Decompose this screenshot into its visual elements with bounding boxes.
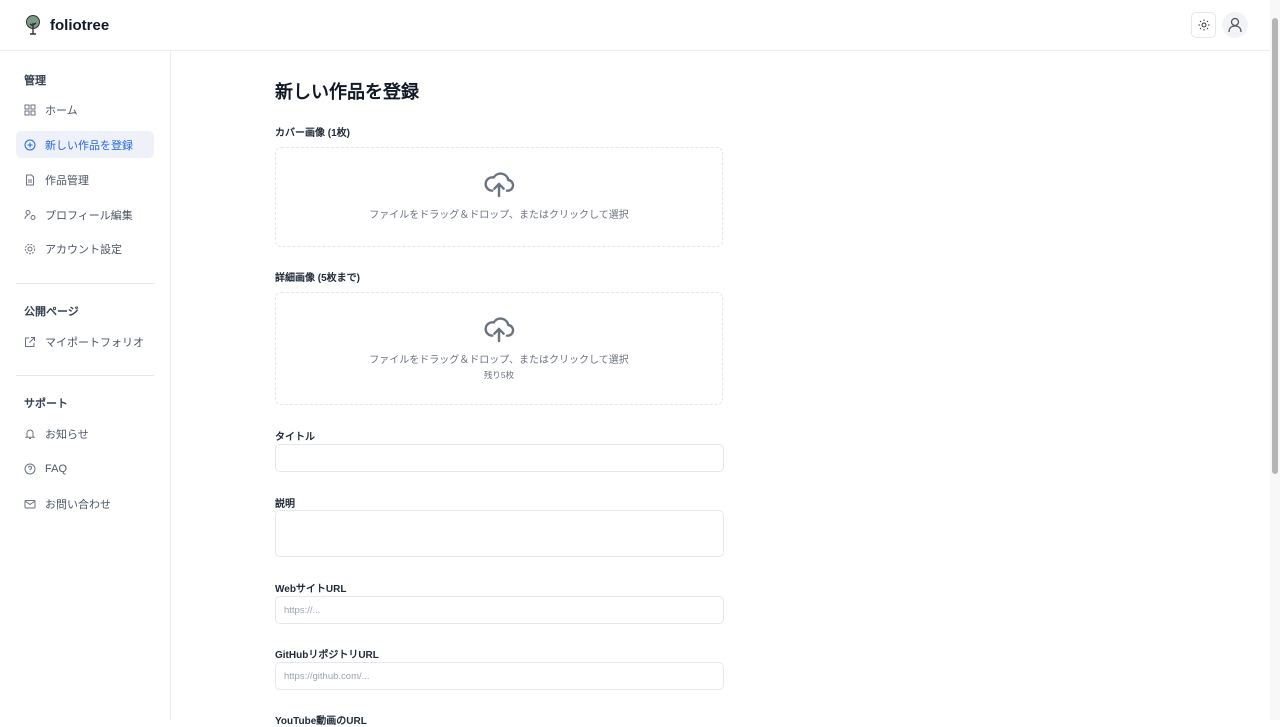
brand-name: foliotree bbox=[50, 16, 110, 34]
plus-circle-icon bbox=[24, 139, 36, 150]
section-label-public: 公開ページ bbox=[24, 306, 79, 318]
sidebar-item-label: お知らせ bbox=[45, 428, 89, 441]
detail-images-label: 詳細画像 (5枚まで) bbox=[275, 273, 360, 284]
cover-image-label: カバー画像 (1枚) bbox=[275, 128, 350, 139]
tree-icon bbox=[26, 15, 40, 35]
brand-logo[interactable]: foliotree bbox=[24, 15, 109, 35]
sidebar-divider bbox=[16, 375, 154, 376]
github-url-input[interactable]: https://github.com/... bbox=[275, 662, 724, 690]
remaining-count: 残り5枚 bbox=[483, 370, 515, 380]
sidebar-item-label: プロフィール編集 bbox=[45, 209, 133, 222]
page-scrollbar[interactable] bbox=[1270, 0, 1280, 720]
user-edit-icon bbox=[24, 209, 36, 220]
description-label: 説明 bbox=[275, 499, 295, 510]
external-link-icon bbox=[25, 336, 35, 347]
title-label: タイトル bbox=[275, 432, 315, 443]
dropzone-hint: ファイルをドラッグ＆ドロップ、またはクリックして選択 bbox=[369, 210, 629, 221]
file-icon bbox=[26, 174, 34, 185]
grid-icon bbox=[24, 104, 36, 115]
sidebar-item-label: ホーム bbox=[45, 104, 78, 117]
sidebar-item-manage-works[interactable]: 作品管理 bbox=[16, 166, 154, 193]
gear-icon bbox=[24, 243, 36, 254]
github-url-label: GitHubリポジトリURL bbox=[275, 650, 379, 661]
top-header: foliotree bbox=[0, 0, 1270, 51]
cloud-upload-icon bbox=[484, 172, 515, 198]
help-circle-icon bbox=[24, 463, 36, 474]
scrollbar-thumb[interactable] bbox=[1272, 18, 1278, 474]
section-label-support: サポート bbox=[24, 398, 68, 410]
page-title: 新しい作品を登録 bbox=[275, 82, 419, 102]
sidebar-item-label: お問い合わせ bbox=[45, 498, 111, 511]
sidebar-item-label: アカウント設定 bbox=[45, 243, 122, 256]
cover-image-dropzone[interactable]: ファイルをドラッグ＆ドロップ、またはクリックして選択 bbox=[275, 147, 723, 247]
section-label-manage: 管理 bbox=[24, 75, 46, 87]
mail-icon bbox=[24, 499, 36, 508]
sidebar-item-label: FAQ bbox=[45, 462, 68, 475]
website-url-label: WebサイトURL bbox=[275, 584, 347, 595]
title-input[interactable] bbox=[275, 444, 724, 472]
sidebar-item-my-portfolio[interactable]: マイポートフォリオ bbox=[16, 328, 154, 355]
cloud-upload-icon bbox=[484, 317, 515, 343]
sidebar-item-news[interactable]: お知らせ bbox=[16, 420, 154, 447]
detail-images-dropzone[interactable]: ファイルをドラッグ＆ドロップ、またはクリックして選択 残り5枚 bbox=[275, 292, 723, 405]
user-icon bbox=[1228, 17, 1242, 33]
theme-toggle-button[interactable] bbox=[1191, 12, 1216, 38]
user-menu-button[interactable] bbox=[1222, 12, 1248, 38]
sidebar-item-label: 新しい作品を登録 bbox=[45, 139, 133, 152]
sidebar-divider bbox=[16, 283, 154, 284]
sidebar-item-contact[interactable]: お問い合わせ bbox=[16, 490, 154, 517]
sidebar-item-faq[interactable]: FAQ bbox=[16, 455, 154, 482]
sidebar: 管理 ホーム 新しい作品を登録 作品管理 プロフィール編集 アカウント設定 公開… bbox=[0, 51, 171, 720]
sidebar-item-account-settings[interactable]: アカウント設定 bbox=[16, 235, 154, 262]
sun-icon bbox=[1198, 19, 1209, 31]
sidebar-item-home[interactable]: ホーム bbox=[16, 96, 154, 123]
sidebar-item-new-work[interactable]: 新しい作品を登録 bbox=[16, 131, 154, 158]
sidebar-item-profile[interactable]: プロフィール編集 bbox=[16, 201, 154, 228]
sidebar-item-label: マイポートフォリオ bbox=[45, 336, 144, 349]
description-textarea[interactable] bbox=[275, 510, 724, 557]
website-url-input[interactable]: https://... bbox=[275, 596, 724, 624]
dropzone-hint: ファイルをドラッグ＆ドロップ、またはクリックして選択 bbox=[369, 355, 629, 366]
sidebar-item-label: 作品管理 bbox=[45, 174, 89, 187]
bell-icon bbox=[24, 429, 36, 439]
